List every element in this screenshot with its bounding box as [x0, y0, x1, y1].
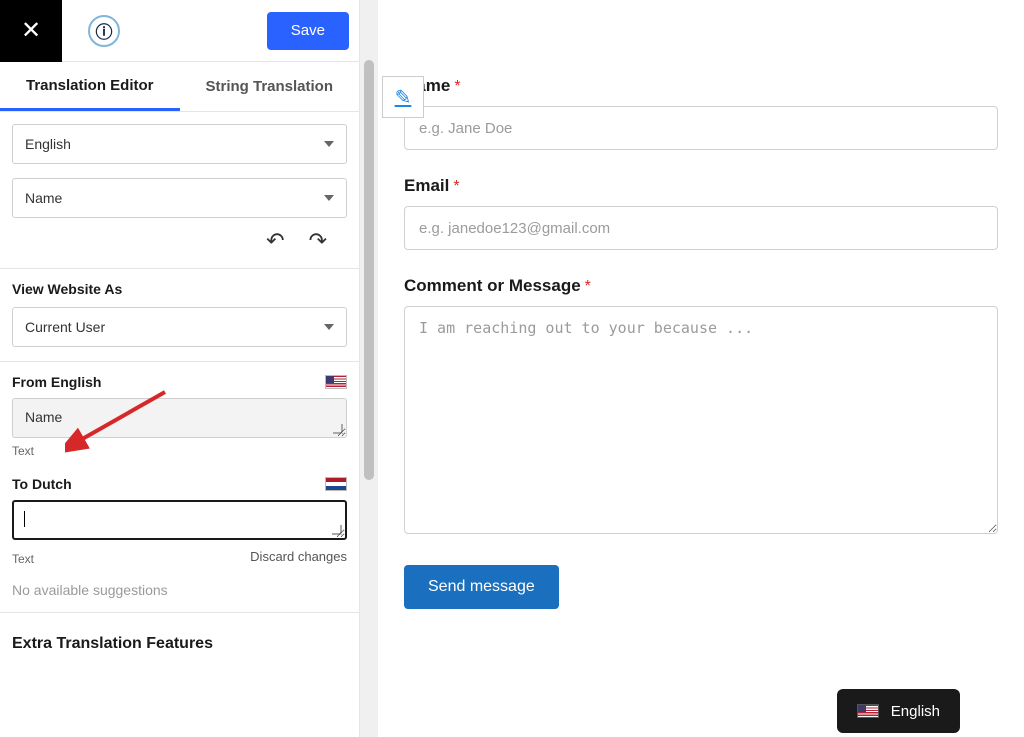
chevron-down-icon: [324, 195, 334, 201]
source-text-area[interactable]: Name: [12, 398, 347, 438]
info-button[interactable]: ⓘ: [88, 15, 120, 47]
required-mark: *: [454, 78, 460, 95]
scrollbar-thumb[interactable]: [364, 60, 374, 480]
target-caption: Text: [12, 552, 34, 566]
resize-handle-icon[interactable]: [333, 424, 343, 434]
email-input[interactable]: [404, 206, 998, 250]
chevron-down-icon: [324, 324, 334, 330]
page-preview: ✎ Name* Email* Comment or Message* Send …: [378, 0, 1024, 737]
send-message-button[interactable]: Send message: [404, 565, 559, 609]
close-icon: ✕: [21, 16, 41, 45]
message-label: Comment or Message: [404, 276, 581, 296]
target-text-area[interactable]: [12, 500, 347, 540]
history-controls: ↶ ↷: [12, 218, 347, 254]
tab-string-translation[interactable]: String Translation: [180, 62, 360, 111]
undo-button[interactable]: ↶: [266, 228, 284, 254]
language-select-value: English: [25, 136, 71, 152]
discard-changes-link[interactable]: Discard changes: [250, 549, 347, 564]
redo-button[interactable]: ↷: [309, 228, 327, 254]
name-input[interactable]: [404, 106, 998, 150]
pencil-icon: ✎: [395, 85, 412, 110]
close-button[interactable]: ✕: [0, 0, 62, 62]
info-icon: ⓘ: [96, 18, 113, 43]
form-group-email: Email*: [404, 176, 998, 250]
sidebar-body: English Name ↶ ↷ View Website As Current…: [0, 112, 359, 737]
form-group-name: Name*: [404, 76, 998, 150]
sidebar-tabs: Translation Editor String Translation: [0, 62, 359, 112]
source-caption: Text: [12, 444, 347, 458]
selector-section: English Name ↶ ↷: [0, 112, 359, 269]
from-language-label: From English: [12, 374, 101, 390]
flag-us-icon: [857, 704, 879, 718]
required-mark: *: [585, 278, 591, 295]
flag-nl-icon: [325, 477, 347, 491]
to-language-label: To Dutch: [12, 476, 72, 492]
tab-translation-editor[interactable]: Translation Editor: [0, 62, 180, 111]
language-switcher[interactable]: English: [837, 689, 960, 733]
extra-features-heading: Extra Translation Features: [12, 635, 347, 653]
extra-features-section: Extra Translation Features: [0, 613, 359, 667]
text-cursor: [24, 511, 25, 527]
view-as-value: Current User: [25, 319, 105, 335]
email-label: Email: [404, 176, 449, 196]
resize-handle-icon[interactable]: [332, 525, 342, 535]
view-as-label: View Website As: [12, 281, 347, 297]
element-select[interactable]: Name: [12, 178, 347, 218]
translation-sidebar: ✕ ⓘ Save Translation Editor String Trans…: [0, 0, 360, 737]
required-mark: *: [453, 178, 459, 195]
chevron-down-icon: [324, 141, 334, 147]
view-as-select[interactable]: Current User: [12, 307, 347, 347]
message-textarea[interactable]: [404, 306, 998, 534]
no-suggestions-text: No available suggestions: [12, 582, 347, 598]
edit-element-button[interactable]: ✎: [382, 76, 424, 118]
language-select[interactable]: English: [12, 124, 347, 164]
language-switcher-label: English: [891, 703, 940, 720]
sidebar-scrollbar[interactable]: [360, 0, 378, 737]
view-as-section: View Website As Current User: [0, 269, 359, 362]
element-select-value: Name: [25, 190, 62, 206]
translation-section: From English Name Text To Dutch Te: [0, 362, 359, 613]
source-text-value: Name: [25, 409, 62, 425]
form-group-message: Comment or Message*: [404, 276, 998, 539]
sidebar-topbar: ✕ ⓘ Save: [0, 0, 359, 62]
flag-us-icon: [325, 375, 347, 389]
save-button[interactable]: Save: [267, 12, 349, 50]
